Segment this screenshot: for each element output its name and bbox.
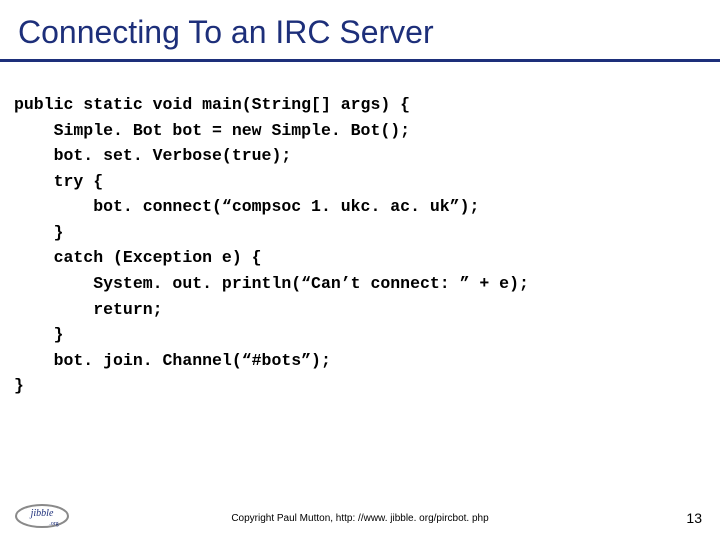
copyright-text: Copyright Paul Mutton, http: //www. jibb…: [0, 513, 720, 524]
slide: Connecting To an IRC Server public stati…: [0, 0, 720, 540]
code-line: public static void main(String[] args) {: [14, 95, 410, 114]
code-block: public static void main(String[] args) {…: [14, 92, 710, 399]
code-line: bot. set. Verbose(true);: [14, 146, 291, 165]
code-line: }: [14, 325, 64, 344]
slide-body: public static void main(String[] args) {…: [0, 62, 720, 399]
code-line: catch (Exception e) {: [14, 248, 262, 267]
code-line: bot. join. Channel(“#bots”);: [14, 351, 331, 370]
code-line: Simple. Bot bot = new Simple. Bot();: [14, 121, 410, 140]
code-line: }: [14, 376, 24, 395]
code-line: System. out. println(“Can’t connect: ” +…: [14, 274, 529, 293]
code-line: return;: [14, 300, 163, 319]
slide-title: Connecting To an IRC Server: [0, 0, 720, 59]
code-line: bot. connect(“compsoc 1. ukc. ac. uk”);: [14, 197, 479, 216]
page-number: 13: [686, 510, 702, 526]
code-line: }: [14, 223, 64, 242]
code-line: try {: [14, 172, 103, 191]
